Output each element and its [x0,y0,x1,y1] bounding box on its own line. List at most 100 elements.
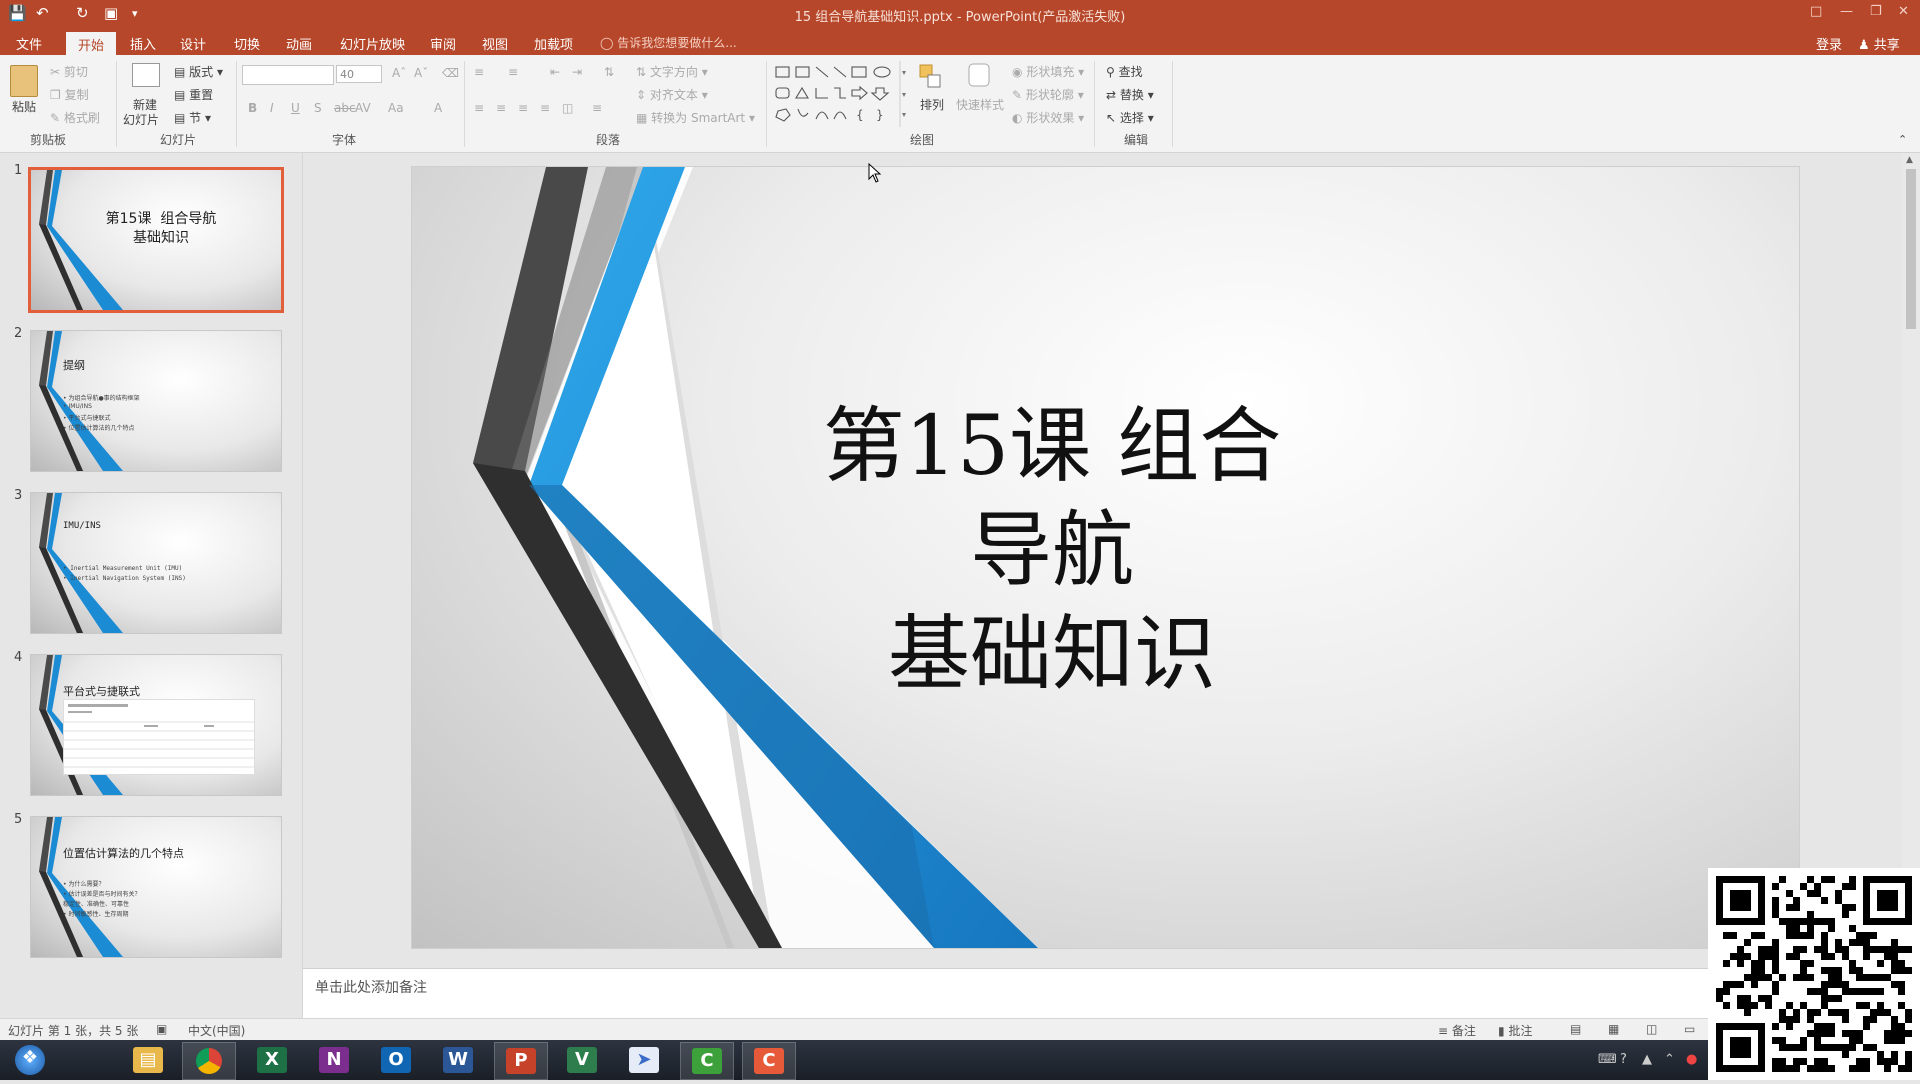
columns-icon[interactable]: ◫ [562,101,573,115]
arrange-icon[interactable] [918,63,944,91]
character-spacing-icon[interactable]: AV [355,101,371,115]
underline-icon[interactable]: U [291,101,300,115]
slide-thumbnail-1[interactable]: 第15课 组合导航 基础知识 [28,167,284,313]
cut-button[interactable]: ✂ 剪切 [50,63,88,80]
scrollbar-thumb[interactable] [1906,169,1916,329]
tab-slideshow[interactable]: 幻灯片放映 [340,34,405,53]
arrange-button[interactable]: 排列 [920,96,944,113]
tab-design[interactable]: 设计 [180,34,206,53]
line-spacing-icon[interactable]: ⇅ [604,65,614,79]
justify-icon[interactable]: ≡ [540,101,550,115]
tray-app-icon[interactable]: ● [1686,1052,1697,1067]
ribbon-display-options-icon[interactable]: □ [1810,4,1822,19]
collapse-ribbon-icon[interactable]: ⌃ [1898,133,1907,146]
taskbar-powerpoint[interactable]: P [494,1042,548,1080]
slide-scrollbar[interactable]: ▲ [1902,153,1920,968]
notes-toggle[interactable]: ≡ 备注 [1438,1022,1476,1039]
taskbar-camtasia[interactable]: C [680,1042,734,1080]
slide-sorter-icon[interactable]: ▦ [1608,1022,1619,1036]
tab-insert[interactable]: 插入 [130,34,156,53]
shrink-font-icon[interactable]: Aˇ [414,66,428,80]
paste-button[interactable]: 粘贴 [12,98,36,115]
tell-me-box[interactable]: ◯ 告诉我您想要做什么... [600,34,737,51]
taskbar-mail[interactable]: ➤ [618,1042,670,1078]
notes-pane[interactable]: 单击此处添加备注 [303,968,1920,1019]
reading-view-icon[interactable]: ◫ [1646,1022,1657,1036]
bold-icon[interactable]: B [248,101,257,115]
shape-fill-button[interactable]: ◉ 形状填充 ▾ [1012,63,1084,80]
align-left-icon[interactable]: ≡ [474,101,484,115]
taskbar-word[interactable]: W [432,1042,484,1078]
language-status[interactable]: 中文(中国) [188,1022,245,1039]
numbering-icon[interactable]: ≡ [508,65,518,79]
change-case-icon[interactable]: Aa [388,101,404,115]
tab-animations[interactable]: 动画 [286,34,312,53]
tray-expand-icon[interactable]: ⌃ [1664,1052,1675,1067]
decrease-indent-icon[interactable]: ⇤ [550,65,560,79]
taskbar-camtasia-recorder[interactable]: C [742,1042,796,1080]
reset-button[interactable]: ▤ 重置 [174,86,213,103]
clear-formatting-icon[interactable]: ⌫ [442,66,459,80]
slide-thumbnail-2[interactable]: 提纲 • 为组合导航●事的结构框架 • IMU/INS • 平台式与捷联式 • … [30,330,282,472]
slide-canvas[interactable]: 第15课 组合导航 基础知识 [411,166,1800,949]
normal-view-icon[interactable]: ▤ [1570,1022,1581,1036]
align-center-icon[interactable]: ≡ [496,101,506,115]
taskbar-file-explorer[interactable]: ▤ [122,1042,174,1078]
bullets-icon[interactable]: ≡ [474,65,484,79]
font-color-icon[interactable]: A [434,101,442,115]
tab-transitions[interactable]: 切换 [234,34,260,53]
layout-button[interactable]: ▤ 版式 ▾ [174,63,223,80]
shadow-icon[interactable]: S [314,101,322,115]
slide-thumbnail-3[interactable]: IMU/INS • Inertial Measurement Unit (IMU… [30,492,282,634]
grow-font-icon[interactable]: Aˆ [392,66,406,80]
format-painter-button[interactable]: ✎ 格式刷 [50,109,100,126]
scroll-up-icon[interactable]: ▲ [1906,155,1913,165]
slide-thumbnail-5[interactable]: 位置估计算法的几个特点 • 为什么需要？ • 估计误差是否与时间有关？ 稳定性、… [30,816,282,958]
tray-help-icon[interactable]: ? [1620,1052,1627,1067]
new-slide-label-2[interactable]: 幻灯片 [123,111,159,128]
tab-file[interactable]: 文件 [16,34,42,53]
align-text-button[interactable]: ⇕ 对齐文本 ▾ [636,86,708,103]
section-button[interactable]: ▤ 节 ▾ [174,109,211,126]
shapes-gallery[interactable]: {} [772,61,908,127]
new-slide-icon[interactable] [132,63,160,87]
paragraph-direction-icon[interactable]: ≡ [592,101,602,115]
minimize-icon[interactable]: — [1840,4,1853,19]
font-name-input[interactable] [242,65,334,85]
tab-view[interactable]: 视图 [482,34,508,53]
sign-in-link[interactable]: 登录 [1816,34,1842,53]
slide-title[interactable]: 第15课 组合导航 基础知识 [792,395,1312,707]
shape-outline-button[interactable]: ✎ 形状轮廓 ▾ [1012,86,1084,103]
tray-network-icon[interactable]: ▲ [1642,1052,1652,1067]
shape-effects-button[interactable]: ◐ 形状效果 ▾ [1012,109,1084,126]
replace-button[interactable]: ⇄ 替换 ▾ [1106,86,1154,103]
align-right-icon[interactable]: ≡ [518,101,528,115]
smartart-button[interactable]: ▦ 转换为 SmartArt ▾ [636,109,755,126]
restore-icon[interactable]: ❐ [1870,4,1882,19]
close-icon[interactable]: ✕ [1898,4,1909,19]
quick-styles-button[interactable]: 快速样式 [956,96,1004,113]
start-button[interactable]: ❖ [4,1042,56,1078]
select-button[interactable]: ↖ 选择 ▾ [1106,109,1154,126]
slideshow-view-icon[interactable]: ▭ [1684,1022,1695,1036]
font-size-input[interactable]: 40 [336,65,382,83]
taskbar-chrome[interactable] [182,1042,236,1080]
tab-review[interactable]: 审阅 [430,34,456,53]
italic-icon[interactable]: I [270,101,274,115]
increase-indent-icon[interactable]: ⇥ [572,65,582,79]
tab-addins[interactable]: 加载项 [534,34,573,53]
find-button[interactable]: ⚲ 查找 [1106,63,1143,80]
clipboard-paste-icon[interactable] [10,65,38,97]
text-direction-button[interactable]: ⇅ 文字方向 ▾ [636,63,708,80]
taskbar-excel[interactable]: X [246,1042,298,1078]
copy-button[interactable]: ❐ 复制 [50,86,89,103]
spell-check-icon[interactable]: ▣ [156,1022,167,1036]
share-button[interactable]: ♟ 共享 [1858,34,1900,53]
taskbar-outlook[interactable]: O [370,1042,422,1078]
taskbar-onenote[interactable]: N [308,1042,360,1078]
comments-toggle[interactable]: ▮ 批注 [1498,1022,1532,1039]
quick-styles-icon[interactable] [966,61,994,91]
taskbar-visio[interactable]: V [556,1042,608,1078]
strikethrough-icon[interactable]: abc [334,101,356,115]
slide-thumbnail-4[interactable]: 平台式与捷联式 [30,654,282,796]
